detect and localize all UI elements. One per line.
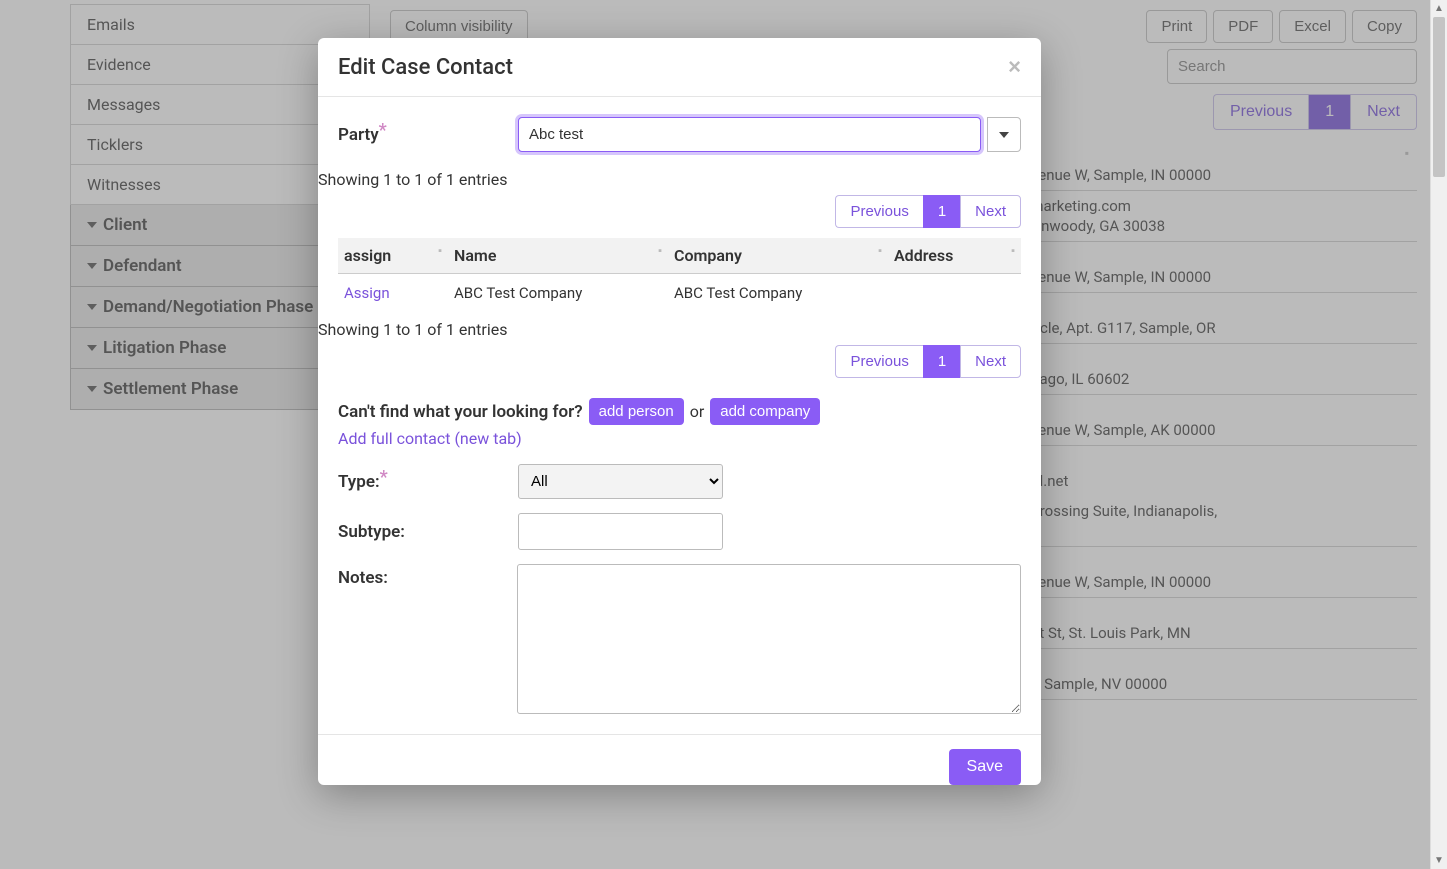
- type-select[interactable]: All: [518, 464, 723, 499]
- pin-icon: ▪: [658, 244, 662, 257]
- modal-previous-button-top[interactable]: Previous: [835, 195, 922, 228]
- close-icon[interactable]: ×: [1008, 54, 1021, 80]
- notes-label: Notes:: [338, 564, 517, 588]
- cell-address: [888, 274, 1021, 313]
- scroll-up-icon[interactable]: ▲: [1431, 0, 1447, 17]
- cell-name: ABC Test Company: [448, 274, 668, 313]
- add-full-contact-link[interactable]: Add full contact (new tab): [338, 429, 522, 448]
- scrollbar-thumb[interactable]: [1433, 17, 1445, 177]
- cant-find-label: Can't find what your looking for?: [338, 402, 583, 422]
- or-text: or: [690, 402, 705, 421]
- notes-textarea[interactable]: [517, 564, 1021, 714]
- modal-title: Edit Case Contact: [338, 55, 513, 80]
- modal-next-button-top[interactable]: Next: [960, 195, 1021, 228]
- party-input[interactable]: [518, 117, 981, 152]
- col-name[interactable]: Name▪: [448, 238, 668, 274]
- edit-case-contact-modal: Edit Case Contact × Party* Showing 1 to …: [318, 38, 1041, 785]
- modal-previous-button-bottom[interactable]: Previous: [835, 345, 922, 378]
- caret-down-icon: [999, 132, 1009, 138]
- add-person-button[interactable]: add person: [589, 398, 684, 425]
- scroll-down-icon[interactable]: ▼: [1431, 852, 1447, 869]
- col-assign[interactable]: assign▪: [338, 238, 448, 274]
- pin-icon: ▪: [438, 244, 442, 257]
- type-label: Type:*: [338, 471, 518, 492]
- modal-page-1-button-bottom[interactable]: 1: [923, 345, 960, 378]
- modal-page-1-button-top[interactable]: 1: [923, 195, 960, 228]
- modal-next-button-bottom[interactable]: Next: [960, 345, 1021, 378]
- assign-link[interactable]: Assign: [344, 284, 390, 302]
- showing-entries-top: Showing 1 to 1 of 1 entries: [318, 162, 1041, 195]
- showing-entries-bottom: Showing 1 to 1 of 1 entries: [318, 312, 1041, 345]
- pin-icon: ▪: [1011, 244, 1015, 257]
- col-address[interactable]: Address▪: [888, 238, 1021, 274]
- party-label: Party*: [338, 124, 518, 145]
- subtype-label: Subtype:: [338, 522, 518, 542]
- party-dropdown-toggle[interactable]: [987, 117, 1021, 152]
- add-company-button[interactable]: add company: [710, 398, 820, 425]
- cell-company: ABC Test Company: [668, 274, 888, 313]
- subtype-input[interactable]: [518, 513, 723, 550]
- pin-icon: ▪: [878, 244, 882, 257]
- table-row[interactable]: Assign ABC Test Company ABC Test Company: [338, 274, 1021, 313]
- party-results-table: assign▪ Name▪ Company▪ Address▪ Assign A…: [338, 238, 1021, 312]
- save-button[interactable]: Save: [949, 749, 1021, 785]
- vertical-scrollbar[interactable]: ▲ ▼: [1430, 0, 1447, 869]
- col-company[interactable]: Company▪: [668, 238, 888, 274]
